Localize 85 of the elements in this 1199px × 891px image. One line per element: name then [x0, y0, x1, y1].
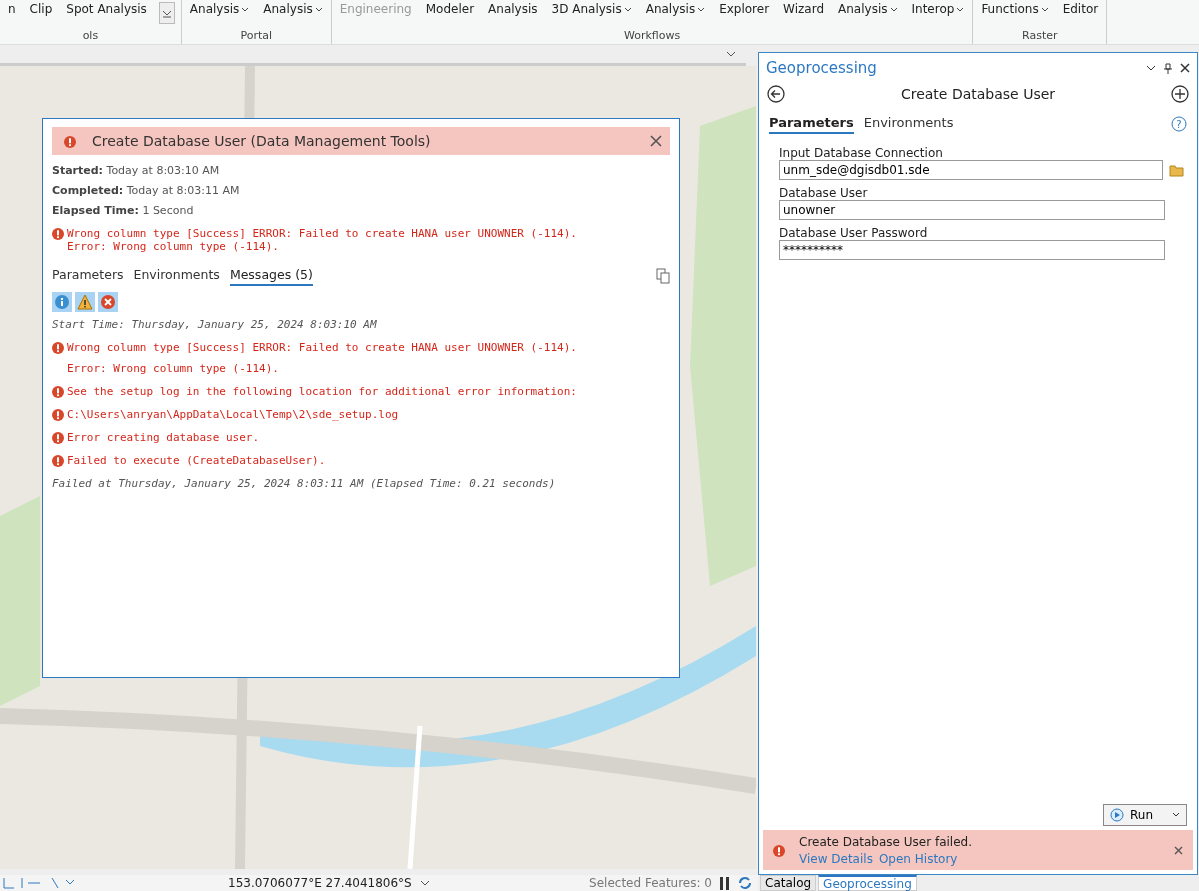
text-field[interactable]: unowner: [779, 200, 1165, 220]
help-icon[interactable]: ?: [1171, 115, 1187, 132]
refresh-icon[interactable]: [738, 876, 752, 890]
field-label: Database User: [779, 186, 869, 200]
chevron-down-icon[interactable]: [419, 879, 430, 887]
error-icon: [52, 432, 64, 444]
error-message: Failed to execute (CreateDatabaseUser).: [67, 454, 326, 467]
back-icon[interactable]: [767, 85, 785, 103]
ribbon-button[interactable]: Analysis: [836, 2, 900, 16]
ribbon-button[interactable]: Functions: [979, 2, 1051, 16]
caret-icon: [623, 7, 632, 13]
summary-text: Completed: Today at 8:03:11 AM: [52, 184, 241, 197]
warning-filter-button[interactable]: [75, 292, 95, 312]
gallery-expand-icon[interactable]: [158, 2, 175, 24]
pane-tab[interactable]: Catalog: [760, 875, 817, 891]
tool-title: Create Database User: [900, 86, 1056, 102]
pane-title: Geoprocessing: [766, 59, 877, 77]
ribbon-group-label: Raster: [1021, 29, 1059, 44]
caret-icon: [956, 7, 965, 13]
selected-features-text: Selected Features: 0: [589, 876, 712, 890]
ribbon-button[interactable]: Analysis: [486, 2, 540, 16]
banner-message: Create Database User failed.: [799, 834, 973, 849]
error-icon: [52, 342, 64, 354]
pane-tab[interactable]: Geoprocessing: [818, 875, 917, 891]
dialog-tab[interactable]: Messages (5): [229, 265, 313, 286]
error-icon: [773, 844, 785, 857]
ribbon-group-label: ols: [81, 29, 100, 44]
error-message: C:\Users\anryan\AppData\Local\Temp\2\sde_setup.log: [67, 408, 399, 421]
ribbon-button[interactable]: Analysis: [261, 2, 325, 16]
caret-icon: [1172, 812, 1180, 818]
error-message: Error creating database user.: [67, 431, 260, 444]
chevron-down-icon[interactable]: [1146, 64, 1156, 72]
ribbon-button[interactable]: Spot Analysis: [64, 2, 149, 16]
pause-icon[interactable]: [720, 876, 730, 890]
error-message: Wrong column type [Success] ERROR: Failed to create HANA user UNOWNER (-114).: [67, 341, 577, 354]
field-label: Database User Password: [779, 226, 929, 240]
ribbon-button[interactable]: Clip: [27, 2, 55, 16]
add-icon[interactable]: [1171, 85, 1189, 103]
error-icon: [52, 409, 64, 421]
dialog-tab[interactable]: Parameters: [52, 265, 124, 286]
run-button[interactable]: Run: [1103, 804, 1187, 826]
ribbon-group-label: Workflows: [622, 29, 682, 44]
dialog-title: Create Database User (Data Management Tools): [92, 133, 432, 149]
folder-icon[interactable]: [1169, 163, 1185, 177]
text-field[interactable]: **********: [779, 240, 1165, 260]
field-label: Input Database Connection: [779, 146, 944, 160]
error-icon: [52, 455, 64, 467]
caret-icon: [1040, 7, 1049, 13]
error-icon: [52, 228, 64, 240]
pin-icon[interactable]: [1164, 62, 1172, 74]
dialog-tab[interactable]: Environments: [133, 265, 220, 286]
ribbon-button[interactable]: 3D Analysis: [549, 2, 634, 16]
caret-icon: [314, 7, 323, 13]
pane-tab[interactable]: Parameters: [769, 113, 854, 134]
error-message: Error: Wrong column type (-114).: [67, 362, 280, 375]
caret-icon: [241, 7, 250, 13]
error-filter-button[interactable]: [98, 292, 118, 312]
pane-tab[interactable]: Environments: [863, 113, 954, 134]
info-message: Start Time: Thursday, January 25, 2024 8:03:10 AM: [52, 318, 378, 331]
close-icon[interactable]: [1180, 63, 1190, 73]
play-icon: [1110, 808, 1124, 822]
ribbon-button[interactable]: Modeler: [423, 2, 477, 16]
error-icon: [64, 135, 76, 148]
text-field[interactable]: unm_sde@dgisdb01.sde: [779, 160, 1163, 180]
summary-text: Elapsed Time: 1 Second: [52, 204, 195, 217]
error-icon: [52, 386, 64, 398]
error-text: Error: Wrong column type (-114).: [67, 240, 280, 253]
caret-icon: [697, 7, 706, 13]
error-text: Wrong column type [Success] ERROR: Failed to create HANA user UNOWNER (-114).: [67, 227, 577, 240]
info-filter-button[interactable]: [52, 292, 72, 312]
ribbon-button[interactable]: Interop: [909, 2, 967, 16]
error-message: See the setup log in the following location for additional error information:: [67, 385, 577, 398]
info-message: Failed at Thursday, January 25, 2024 8:03:11 AM (Elapsed Time: 0.21 seconds): [52, 477, 557, 490]
ribbon-button[interactable]: Wizard: [781, 2, 827, 16]
ribbon-button[interactable]: Analysis: [187, 2, 252, 16]
ribbon-button[interactable]: n: [6, 2, 18, 16]
ribbon-group-label: Portal: [239, 29, 274, 44]
ribbon-button[interactable]: Analysis: [643, 2, 708, 16]
copy-icon[interactable]: [656, 267, 670, 284]
coordinates-text: 153.0706077°E 27.4041806°S: [228, 876, 412, 890]
ribbon-button[interactable]: Explorer: [717, 2, 772, 16]
ribbon-button[interactable]: Editor: [1060, 2, 1101, 16]
chevron-down-icon[interactable]: [726, 50, 736, 58]
caret-icon: [889, 7, 898, 13]
summary-text: Started: Today at 8:03:10 AM: [52, 164, 221, 177]
